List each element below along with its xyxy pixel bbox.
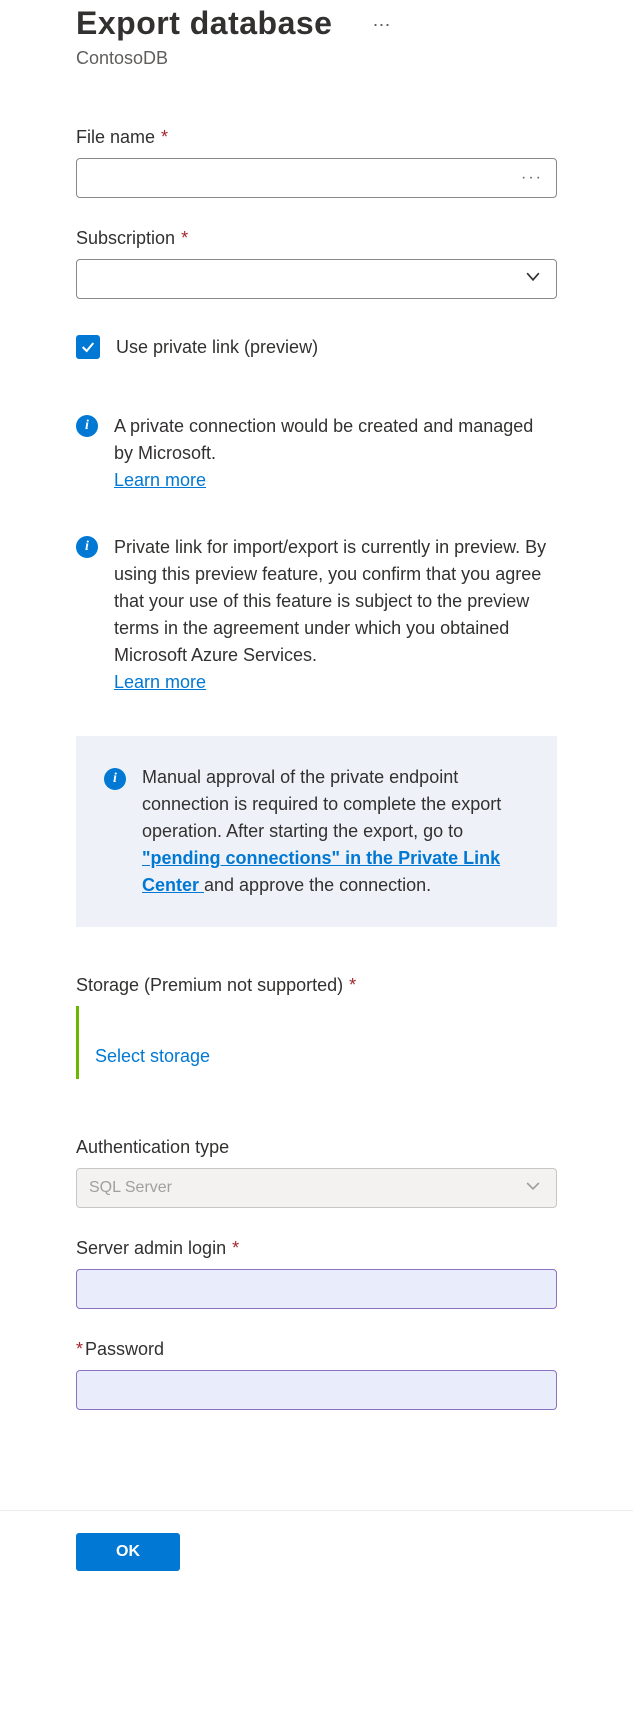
learn-more-connection-link[interactable]: Learn more <box>114 470 206 490</box>
subscription-dropdown[interactable] <box>76 259 557 299</box>
required-asterisk: * <box>76 1339 83 1360</box>
admin-login-label: Server admin login <box>76 1238 226 1259</box>
storage-label: Storage (Premium not supported) <box>76 975 343 996</box>
page-subtitle: ContosoDB <box>76 48 557 69</box>
auth-type-dropdown <box>76 1168 557 1208</box>
info-icon: i <box>76 415 98 437</box>
subscription-label: Subscription <box>76 228 175 249</box>
ok-button[interactable]: OK <box>76 1533 180 1571</box>
password-input[interactable] <box>76 1370 557 1410</box>
password-label: Password <box>85 1339 164 1360</box>
file-name-label: File name <box>76 127 155 148</box>
callout-pre-text: Manual approval of the private endpoint … <box>142 767 501 841</box>
info-icon: i <box>76 536 98 558</box>
more-menu-icon[interactable]: ⋯ <box>372 7 392 36</box>
required-asterisk: * <box>181 228 188 249</box>
checkmark-icon <box>76 335 100 359</box>
file-name-input[interactable] <box>76 158 557 198</box>
private-link-checkbox[interactable]: Use private link (preview) <box>76 335 557 359</box>
info-icon: i <box>104 768 126 790</box>
callout-post-text: and approve the connection. <box>204 875 431 895</box>
auth-type-label: Authentication type <box>76 1137 229 1158</box>
learn-more-preview-link[interactable]: Learn more <box>114 672 206 692</box>
required-asterisk: * <box>232 1238 239 1259</box>
info-preview-text: Private link for import/export is curren… <box>114 537 546 665</box>
private-link-label: Use private link (preview) <box>116 337 318 358</box>
info-connection-text: A private connection would be created an… <box>114 416 533 463</box>
required-asterisk: * <box>349 975 356 996</box>
admin-login-input[interactable] <box>76 1269 557 1309</box>
chevron-down-icon <box>523 1176 543 1201</box>
required-asterisk: * <box>161 127 168 148</box>
chevron-down-icon <box>523 267 543 292</box>
page-title: Export database <box>76 4 332 42</box>
select-storage-link[interactable]: Select storage <box>95 1046 210 1066</box>
manual-approval-callout: i Manual approval of the private endpoin… <box>76 736 557 927</box>
